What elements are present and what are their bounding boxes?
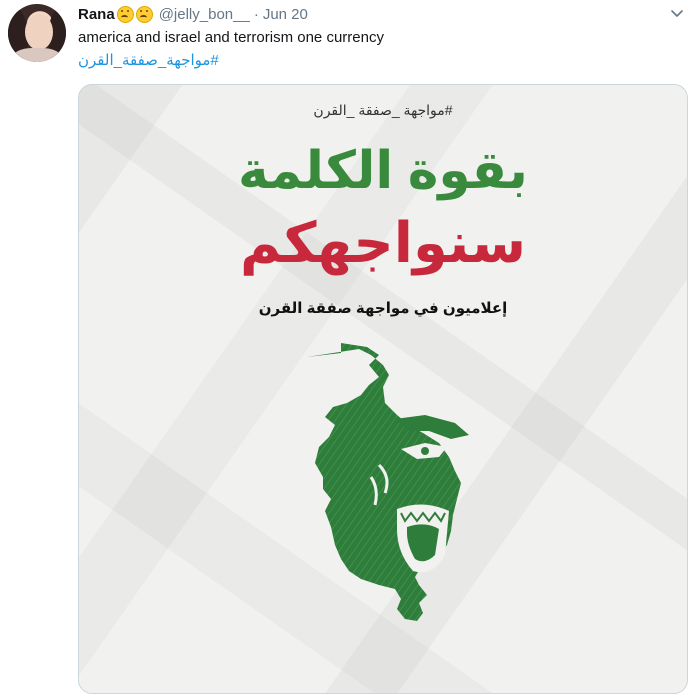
avatar-face bbox=[25, 14, 53, 50]
separator: · bbox=[253, 5, 259, 23]
upside-down-face-emoji-icon bbox=[135, 5, 153, 23]
tweet-date[interactable]: Jun 20 bbox=[263, 6, 308, 23]
avatar[interactable] bbox=[8, 4, 66, 62]
screaming-face-illustration bbox=[307, 343, 469, 621]
avatar-shirt bbox=[12, 48, 62, 62]
display-name[interactable]: Rana bbox=[78, 6, 115, 23]
tweet-header: Rana @jelly_bon__ · Jun 20 bbox=[78, 4, 308, 24]
upside-down-face-emoji-icon bbox=[116, 5, 134, 23]
pupil-shape bbox=[421, 447, 429, 455]
tweet-text: america and israel and terrorism one cur… bbox=[78, 29, 384, 46]
chevron-down-icon[interactable] bbox=[671, 8, 683, 20]
silhouette-shape bbox=[307, 343, 461, 621]
tweet-media-image[interactable]: #مواجهة _صفقة _القرن بقوة الكلمة سنواجهك… bbox=[78, 84, 688, 694]
hashtag-link[interactable]: #مواجهة_صفقة_القرن bbox=[78, 51, 219, 69]
user-handle[interactable]: @jelly_bon__ bbox=[159, 6, 250, 23]
